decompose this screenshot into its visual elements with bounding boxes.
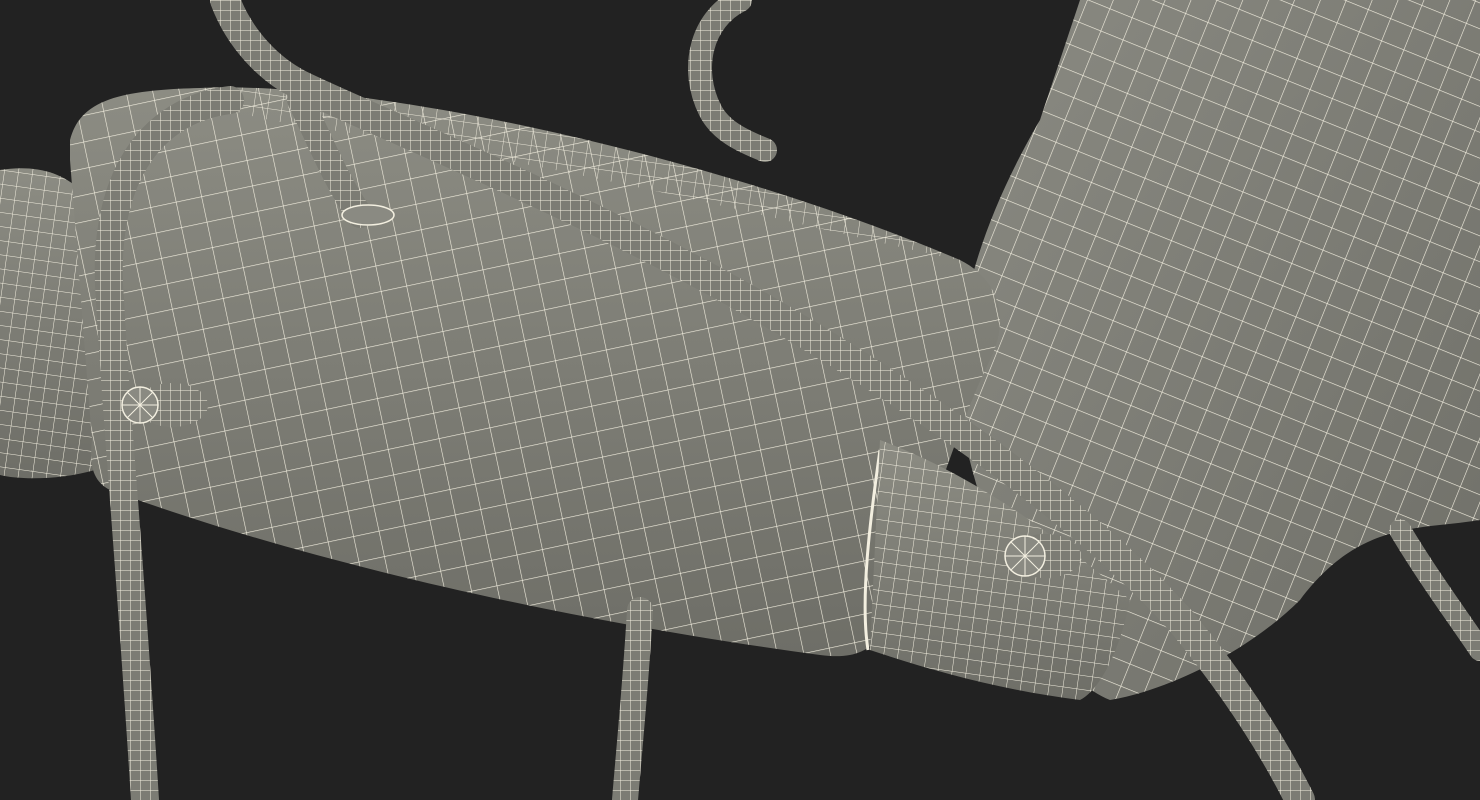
chair-wireframe-render	[0, 0, 1480, 800]
frame-bolt-cap-left	[121, 383, 208, 427]
frame-bolt-cap-right	[1004, 534, 1081, 578]
wireframe-viewport	[0, 0, 1480, 800]
frame-tube-end-cap	[341, 204, 395, 226]
